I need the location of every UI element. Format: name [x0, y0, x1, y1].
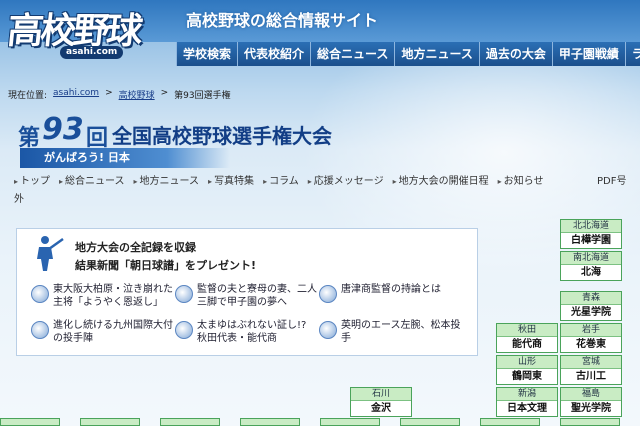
bracket-cell-partial[interactable] [560, 418, 620, 426]
subnav-column[interactable]: コラム [263, 172, 299, 187]
breadcrumb-label: 現在位置: [8, 91, 48, 101]
subnav-messages[interactable]: 応援メッセージ [308, 172, 384, 187]
nav-school-search[interactable]: 学校検索 [176, 42, 238, 66]
nav-general-news[interactable]: 総合ニュース [310, 42, 395, 66]
bracket-cell-partial[interactable] [160, 418, 220, 426]
bracket-cell-partial[interactable] [240, 418, 300, 426]
bracket-cell-miyagi[interactable]: 宮城 古川工 [560, 355, 622, 385]
nav-ranking[interactable]: ラン [624, 42, 640, 66]
promo-box: 地方大会の全記録を収録 結果新聞「朝日球譜」をプレゼント! 東大阪大柏原・泣き崩… [16, 228, 478, 356]
nav-koshien-records[interactable]: 甲子園戦績 [551, 42, 625, 66]
bracket-cell-partial[interactable] [80, 418, 140, 426]
bracket-cell-partial[interactable] [0, 418, 60, 426]
bracket-cell-niigata[interactable]: 新潟 日本文理 [496, 387, 558, 417]
nav-past-tournaments[interactable]: 過去の大会 [478, 42, 552, 66]
subnav-top[interactable]: トップ [14, 172, 50, 187]
nav-representatives[interactable]: 代表校紹介 [237, 42, 311, 66]
bracket-cell-aomori[interactable]: 青森 光星学院 [560, 291, 622, 321]
bracket-cell-fukushima[interactable]: 福島 聖光学院 [560, 387, 622, 417]
news-item[interactable]: 進化し続ける九州国際大付の投手陣 [31, 319, 173, 349]
bracket-cell-iwate[interactable]: 岩手 花巻東 [560, 323, 622, 353]
promo-heading-1[interactable]: 地方大会の全記録を収録 [75, 239, 196, 255]
nav-local-news[interactable]: 地方ニュース [394, 42, 479, 66]
tournament-banner: 第 93 回 全国高校野球選手権大会 がんばろう! 日本 [0, 112, 470, 168]
baseball-icon [319, 321, 337, 339]
banner-subtitle: がんばろう! 日本 [20, 148, 230, 168]
baseball-icon [175, 321, 193, 339]
logo-sub: asahi.com [60, 46, 124, 59]
bracket-cell-ishikawa[interactable]: 石川 金沢 [350, 387, 412, 417]
subnav-pdf[interactable]: PDF号 [597, 172, 626, 187]
bracket-cell-kita-hokkaido[interactable]: 北北海道 白樺学園 [560, 219, 622, 249]
baseball-icon [31, 285, 49, 303]
site-title: 高校野球の総合情報サイト [186, 11, 379, 30]
site-logo[interactable]: 高校野球 asahi.com [4, 2, 164, 64]
bracket-cell-partial[interactable] [480, 418, 540, 426]
bracket-bottom-row [0, 418, 640, 426]
news-item[interactable]: 英明のエース左腕、松本投手 [319, 319, 461, 349]
news-item[interactable]: 監督の夫と寮母の妻、二人三脚で甲子園の夢へ [175, 283, 317, 313]
baseball-icon [175, 285, 193, 303]
baseball-icon [319, 285, 337, 303]
subnav-schedule[interactable]: 地方大会の開催日程 [393, 172, 489, 187]
promo-heading-2[interactable]: 結果新聞「朝日球譜」をプレゼント! [75, 257, 256, 273]
bracket-cell-partial[interactable] [400, 418, 460, 426]
breadcrumb-koukou-yakyu[interactable]: 高校野球 [119, 88, 155, 101]
batter-icon [25, 233, 65, 273]
news-item[interactable]: 太まゆはぶれない証し!? 秋田代表・能代商 [175, 319, 317, 349]
news-item[interactable]: 唐津商監督の持論とは [319, 283, 461, 313]
subnav-wrap[interactable]: 外 [14, 190, 24, 205]
bracket-cell-yamagata[interactable]: 山形 鶴岡東 [496, 355, 558, 385]
breadcrumb-asahi[interactable]: asahi.com [53, 88, 99, 101]
main-nav: 学校検索 代表校紹介 総合ニュース 地方ニュース 過去の大会 甲子園戦績 ラン [176, 42, 640, 66]
news-item[interactable]: 東大阪大柏原・泣き崩れた主将「ようやく恩返し」 [31, 283, 173, 313]
banner-number: 93 [42, 112, 84, 147]
bracket-cell-akita[interactable]: 秋田 能代商 [496, 323, 558, 353]
baseball-icon [31, 321, 49, 339]
breadcrumb: 現在位置: asahi.com > 高校野球 > 第93回選手権 [8, 88, 231, 101]
subnav-local-news[interactable]: 地方ニュース [134, 172, 200, 187]
subnav-photos[interactable]: 写真特集 [208, 172, 254, 187]
subnav-notices[interactable]: お知らせ [498, 172, 544, 187]
bracket-cell-partial[interactable] [320, 418, 380, 426]
subnav-general-news[interactable]: 総合ニュース [59, 172, 125, 187]
breadcrumb-current: 第93回選手権 [174, 91, 231, 101]
bracket-cell-minami-hokkaido[interactable]: 南北海道 北海 [560, 251, 622, 281]
banner-title: 全国高校野球選手権大会 [112, 124, 332, 148]
